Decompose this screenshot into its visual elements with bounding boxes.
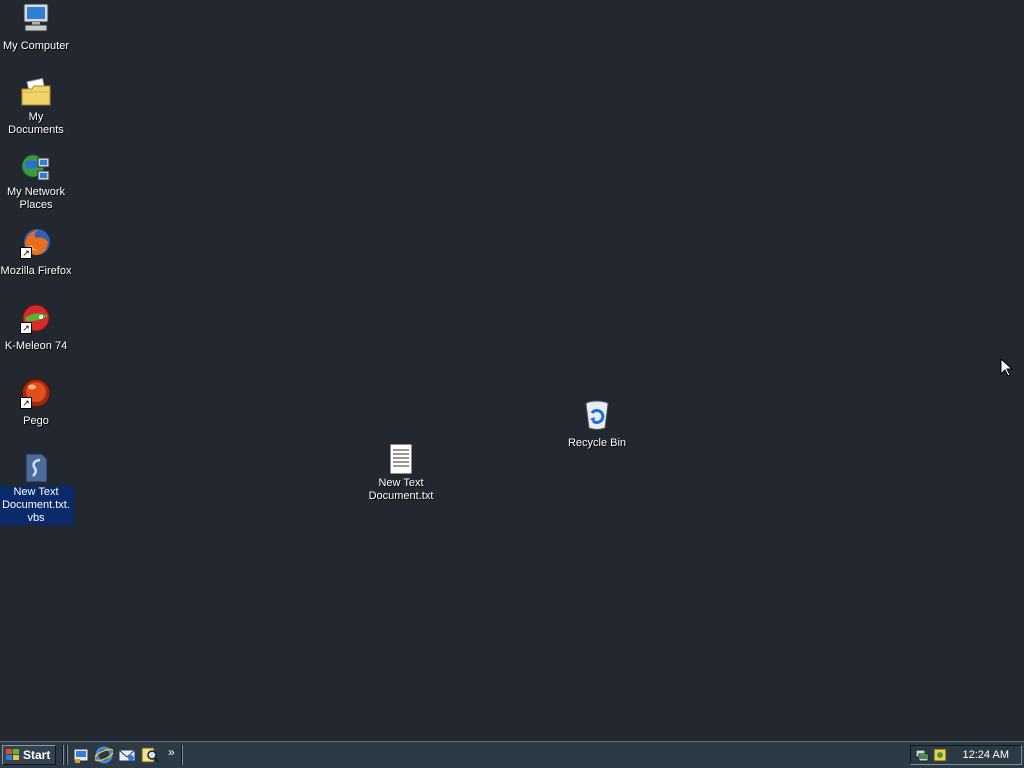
search-icon[interactable] — [141, 746, 159, 764]
taskbar-separator — [62, 745, 64, 765]
desktop-icon-mozilla-firefox[interactable]: ↗ Mozilla Firefox — [0, 227, 74, 279]
mouse-cursor-icon — [1000, 358, 1014, 377]
system-tray: 12:24 AM — [910, 745, 1022, 765]
shortcut-arrow-icon: ↗ — [20, 397, 32, 409]
taskbar-separator — [181, 745, 183, 765]
desktop-icon-label: My Documents — [8, 111, 64, 136]
desktop-icon-label: Mozilla Firefox — [0, 265, 72, 277]
my-computer-icon — [20, 2, 52, 34]
desktop-icon-label: K-Meleon 74 — [4, 340, 68, 352]
text-document-icon — [385, 443, 417, 475]
desktop-icon-vbs-script[interactable]: New Text Document.txt.vbs — [0, 452, 74, 526]
desktop-icon-k-meleon[interactable]: ↗ K-Meleon 74 — [0, 302, 74, 354]
desktop-icon-pego[interactable]: ↗ Pego — [0, 377, 74, 429]
firefox-icon: ↗ — [20, 227, 52, 259]
desktop-icon-label: New Text Document.txt — [368, 477, 434, 502]
security-icon[interactable] — [933, 748, 947, 762]
start-button[interactable]: Start — [2, 745, 56, 765]
desktop-icon-new-text-document[interactable]: New Text Document.txt — [363, 443, 439, 504]
quick-launch-more-button[interactable]: » — [168, 745, 175, 759]
shortcut-arrow-icon: ↗ — [20, 247, 32, 259]
recycle-bin-icon — [581, 399, 613, 431]
vbs-script-icon — [20, 452, 52, 484]
network-places-icon — [20, 152, 52, 184]
start-label: Start — [23, 748, 51, 762]
desktop-icon-my-computer[interactable]: My Computer — [0, 2, 74, 54]
windows-logo-icon — [6, 749, 20, 761]
desktop-icon-label: My Network Places — [6, 186, 66, 211]
show-desktop-icon[interactable] — [72, 746, 90, 764]
desktop-icon-label: My Computer — [2, 40, 70, 52]
desktop-icon-my-network-places[interactable]: My Network Places — [0, 152, 74, 213]
network-icon[interactable] — [915, 748, 929, 762]
outlook-express-icon[interactable] — [118, 746, 136, 764]
desktop-icon-label: New Text Document.txt.vbs — [0, 486, 74, 525]
desktop-icon-my-documents[interactable]: My Documents — [0, 77, 74, 138]
clock[interactable]: 12:24 AM — [963, 749, 1009, 761]
shortcut-arrow-icon: ↗ — [20, 322, 32, 334]
k-meleon-icon: ↗ — [20, 302, 52, 334]
pego-icon: ↗ — [20, 377, 52, 409]
desktop-icon-label: Recycle Bin — [567, 437, 627, 449]
desktop-icon-label: Pego — [23, 415, 49, 427]
internet-explorer-icon[interactable] — [95, 746, 113, 764]
taskbar: Start » 12:24 AM — [0, 741, 1024, 768]
desktop-icon-recycle-bin[interactable]: Recycle Bin — [559, 399, 635, 451]
desktop[interactable]: My Computer My Documents My Network Plac… — [0, 0, 1024, 741]
taskbar-separator — [66, 745, 68, 765]
my-documents-icon — [20, 77, 52, 109]
